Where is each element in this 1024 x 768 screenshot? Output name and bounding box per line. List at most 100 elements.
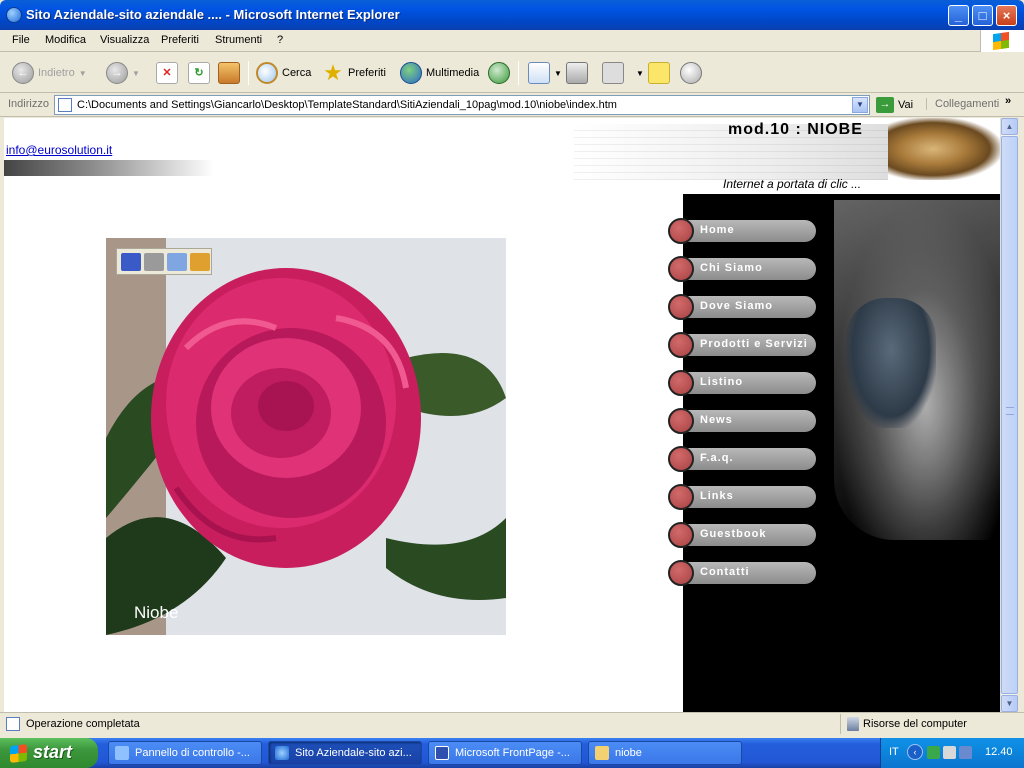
frontpage-icon bbox=[435, 746, 449, 760]
note-icon bbox=[648, 62, 670, 84]
nav-label: Chi Siamo bbox=[700, 262, 763, 274]
folder-icon bbox=[595, 746, 609, 760]
messenger-button[interactable] bbox=[680, 59, 702, 87]
nav-prodotti-servizi[interactable]: Prodotti e Servizi bbox=[668, 332, 818, 358]
scrollbar-thumb[interactable] bbox=[1001, 136, 1018, 694]
task-niobe-folder[interactable]: niobe bbox=[588, 741, 742, 765]
menu-visualizza[interactable]: Visualizza bbox=[100, 34, 149, 46]
monitor-icon[interactable] bbox=[943, 746, 956, 759]
minimize-button[interactable]: _ bbox=[948, 5, 969, 26]
close-button[interactable]: × bbox=[996, 5, 1017, 26]
scroll-up-icon[interactable]: ▲ bbox=[1001, 118, 1018, 135]
scroll-down-icon[interactable]: ▼ bbox=[1001, 695, 1018, 712]
stop-icon: ✕ bbox=[156, 62, 178, 84]
bullet-icon bbox=[668, 560, 694, 586]
language-indicator[interactable]: IT bbox=[889, 746, 899, 758]
task-sito-aziendale[interactable]: Sito Aziendale-sito azi... bbox=[268, 741, 422, 765]
windows-flag-icon bbox=[993, 31, 1009, 51]
refresh-button[interactable]: ↻ bbox=[188, 59, 210, 87]
back-button[interactable]: ← Indietro ▼ bbox=[12, 59, 87, 87]
nav-label: Prodotti e Servizi bbox=[700, 338, 808, 350]
menu-modifica[interactable]: Modifica bbox=[45, 34, 86, 46]
nav-listino[interactable]: Listino bbox=[668, 370, 818, 396]
home-button[interactable] bbox=[218, 59, 240, 87]
speaker-icon[interactable] bbox=[959, 746, 972, 759]
nav-contatti[interactable]: Contatti bbox=[668, 560, 818, 586]
maximize-button[interactable]: □ bbox=[972, 5, 993, 26]
coins-image bbox=[888, 118, 1000, 180]
camellia-illustration bbox=[106, 238, 506, 635]
window-title: Sito Aziendale-sito aziendale .... - Mic… bbox=[26, 7, 400, 22]
zone-label: Risorse del computer bbox=[863, 718, 967, 730]
image-caption: Niobe bbox=[134, 603, 179, 622]
note-button[interactable] bbox=[648, 59, 670, 87]
media-label: Multimedia bbox=[426, 67, 480, 79]
menu-help[interactable]: ? bbox=[277, 34, 283, 46]
vertical-scrollbar[interactable]: ▲ ▼ bbox=[1000, 118, 1018, 712]
nav-home[interactable]: Home bbox=[668, 218, 818, 244]
nav-faq[interactable]: F.a.q. bbox=[668, 446, 818, 472]
left-gradient-bar bbox=[4, 160, 214, 176]
stop-button[interactable]: ✕ bbox=[156, 59, 178, 87]
page-icon bbox=[6, 717, 20, 731]
print-icon bbox=[566, 62, 588, 84]
computer-icon bbox=[847, 717, 859, 731]
browser-viewport: info@eurosolution.it mod.10 : NIOBE Inte… bbox=[4, 118, 1000, 712]
task-label: niobe bbox=[615, 747, 642, 759]
task-pannello-controllo[interactable]: Pannello di controllo -... bbox=[108, 741, 262, 765]
clock[interactable]: 12.40 bbox=[985, 746, 1013, 758]
maximize-icon: □ bbox=[978, 8, 987, 23]
menu-bar: File Modifica Visualizza Preferiti Strum… bbox=[0, 30, 1024, 52]
ie-icon bbox=[275, 746, 289, 760]
nav-links[interactable]: Links bbox=[668, 484, 818, 510]
chevron-down-icon[interactable]: ▼ bbox=[852, 97, 868, 113]
nav-label: F.a.q. bbox=[700, 452, 734, 464]
bullet-icon bbox=[668, 408, 694, 434]
start-button[interactable]: start bbox=[0, 738, 98, 768]
menu-strumenti[interactable]: Strumenti bbox=[215, 34, 262, 46]
windows-flag-icon bbox=[10, 744, 27, 763]
favorites-button[interactable]: ★ Preferiti bbox=[322, 59, 386, 87]
network-icon[interactable] bbox=[927, 746, 940, 759]
chevron-right-icon[interactable]: » bbox=[1005, 95, 1011, 107]
taskbar: start Pannello di controllo -... Sito Az… bbox=[0, 738, 1024, 768]
minimize-icon: _ bbox=[954, 8, 963, 23]
chevron-down-icon: ▼ bbox=[636, 68, 644, 78]
search-button[interactable]: Cerca bbox=[256, 59, 311, 87]
nav-chi-siamo[interactable]: Chi Siamo bbox=[668, 256, 818, 282]
edit-button[interactable]: ▼ bbox=[602, 59, 644, 87]
site-title: mod.10 : NIOBE bbox=[728, 121, 863, 138]
forward-arrow-icon: → bbox=[106, 62, 128, 84]
edit-icon bbox=[602, 62, 624, 84]
menu-file[interactable]: File bbox=[12, 34, 30, 46]
nav-label: Listino bbox=[700, 376, 744, 388]
chevron-left-icon[interactable]: ‹ bbox=[907, 744, 923, 760]
email-link[interactable]: info@eurosolution.it bbox=[6, 143, 112, 157]
history-button[interactable] bbox=[488, 59, 510, 87]
status-text: Operazione completata bbox=[26, 718, 140, 730]
bullet-icon bbox=[668, 370, 694, 396]
print-button[interactable] bbox=[566, 59, 588, 87]
mail-button[interactable]: ▼ bbox=[528, 59, 562, 87]
nav-dove-siamo[interactable]: Dove Siamo bbox=[668, 294, 818, 320]
task-frontpage[interactable]: Microsoft FrontPage -... bbox=[428, 741, 582, 765]
mail-icon[interactable] bbox=[167, 252, 187, 271]
page-icon bbox=[58, 98, 72, 112]
go-button[interactable]: → Vai bbox=[876, 97, 913, 113]
save-icon[interactable] bbox=[121, 252, 141, 271]
links-button[interactable]: Collegamenti bbox=[926, 98, 999, 110]
title-bar[interactable]: Sito Aziendale-sito aziendale .... - Mic… bbox=[0, 0, 1024, 30]
nav-news[interactable]: News bbox=[668, 408, 818, 434]
folder-icon[interactable] bbox=[190, 252, 210, 271]
menu-preferiti[interactable]: Preferiti bbox=[161, 34, 199, 46]
print-icon[interactable] bbox=[144, 252, 164, 271]
media-button[interactable]: Multimedia bbox=[400, 59, 479, 87]
close-icon: × bbox=[1002, 8, 1011, 23]
address-input[interactable]: C:\Documents and Settings\Giancarlo\Desk… bbox=[54, 95, 870, 115]
security-zone: Risorse del computer bbox=[840, 714, 1016, 734]
chevron-down-icon: ▼ bbox=[132, 68, 140, 78]
nav-guestbook[interactable]: Guestbook bbox=[668, 522, 818, 548]
messenger-icon bbox=[680, 62, 702, 84]
home-icon bbox=[218, 62, 240, 84]
forward-button[interactable]: → ▼ bbox=[106, 59, 140, 87]
